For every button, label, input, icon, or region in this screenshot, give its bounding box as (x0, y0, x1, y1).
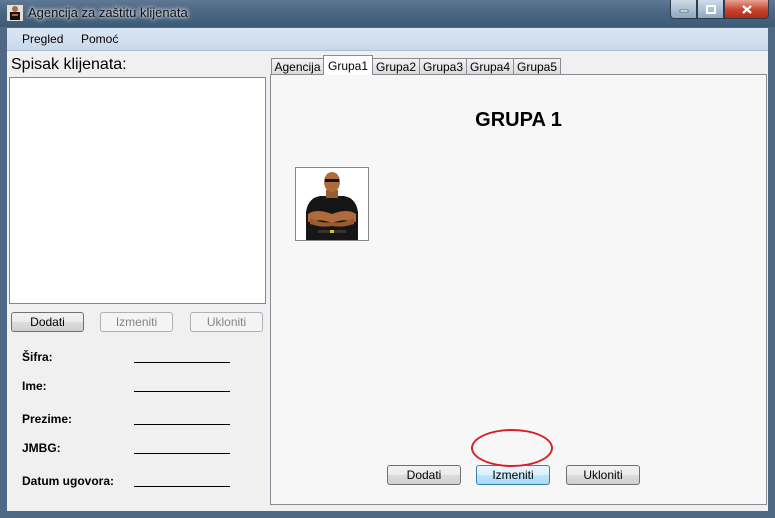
window-client-area: Pregled Pomoć Spisak klijenata: Dodati I… (7, 28, 768, 511)
close-icon (741, 4, 752, 14)
bodyguard-avatar-icon[interactable] (295, 167, 369, 241)
prezime-label: Prezime: (22, 412, 73, 426)
tab-agencija[interactable]: Agencija (271, 58, 324, 74)
ime-label: Ime: (22, 379, 47, 393)
datum-ugovora-value-line (134, 486, 230, 487)
bodyguard-app-icon[interactable] (7, 5, 23, 21)
prezime-value-line (134, 424, 230, 425)
group1-tab-panel: GRUPA 1 Dodati Izmeniti Ukloniti (270, 74, 767, 505)
tab-grupa3[interactable]: Grupa3 (419, 58, 467, 74)
red-annotation-ellipse (471, 429, 553, 467)
remove-client-button[interactable]: Ukloniti (190, 312, 263, 332)
sifra-label: Šifra: (22, 350, 53, 364)
sifra-value-line (134, 362, 230, 363)
client-list-title: Spisak klijenata: (11, 56, 127, 73)
add-client-button[interactable]: Dodati (11, 312, 84, 332)
jmbg-value-line (134, 453, 230, 454)
tab-grupa1[interactable]: Grupa1 (323, 55, 373, 75)
minimize-icon (679, 9, 688, 13)
ime-value-line (134, 391, 230, 392)
window-controls (670, 0, 769, 19)
group-title: GRUPA 1 (475, 109, 562, 131)
close-button[interactable] (724, 0, 769, 19)
minimize-button[interactable] (670, 0, 697, 19)
add-member-button[interactable]: Dodati (387, 465, 461, 485)
jmbg-label: JMBG: (22, 441, 61, 455)
tab-grupa4[interactable]: Grupa4 (466, 58, 514, 74)
menu-bar: Pregled Pomoć (7, 28, 768, 51)
tab-grupa5[interactable]: Grupa5 (513, 58, 561, 74)
client-listbox[interactable] (9, 77, 266, 304)
maximize-button[interactable] (697, 0, 724, 19)
tab-grupa2[interactable]: Grupa2 (372, 58, 420, 74)
edit-member-button[interactable]: Izmeniti (476, 465, 550, 485)
title-bar[interactable]: Agencija za zaštitu klijenata (0, 0, 775, 28)
menu-pregled[interactable]: Pregled (22, 32, 63, 46)
menu-pomoc[interactable]: Pomoć (81, 32, 118, 46)
maximize-icon (705, 4, 716, 14)
remove-member-button[interactable]: Ukloniti (566, 465, 640, 485)
window-title: Agencija za zaštitu klijenata (28, 5, 188, 20)
edit-client-button[interactable]: Izmeniti (100, 312, 173, 332)
datum-ugovora-label: Datum ugovora: (22, 474, 115, 488)
